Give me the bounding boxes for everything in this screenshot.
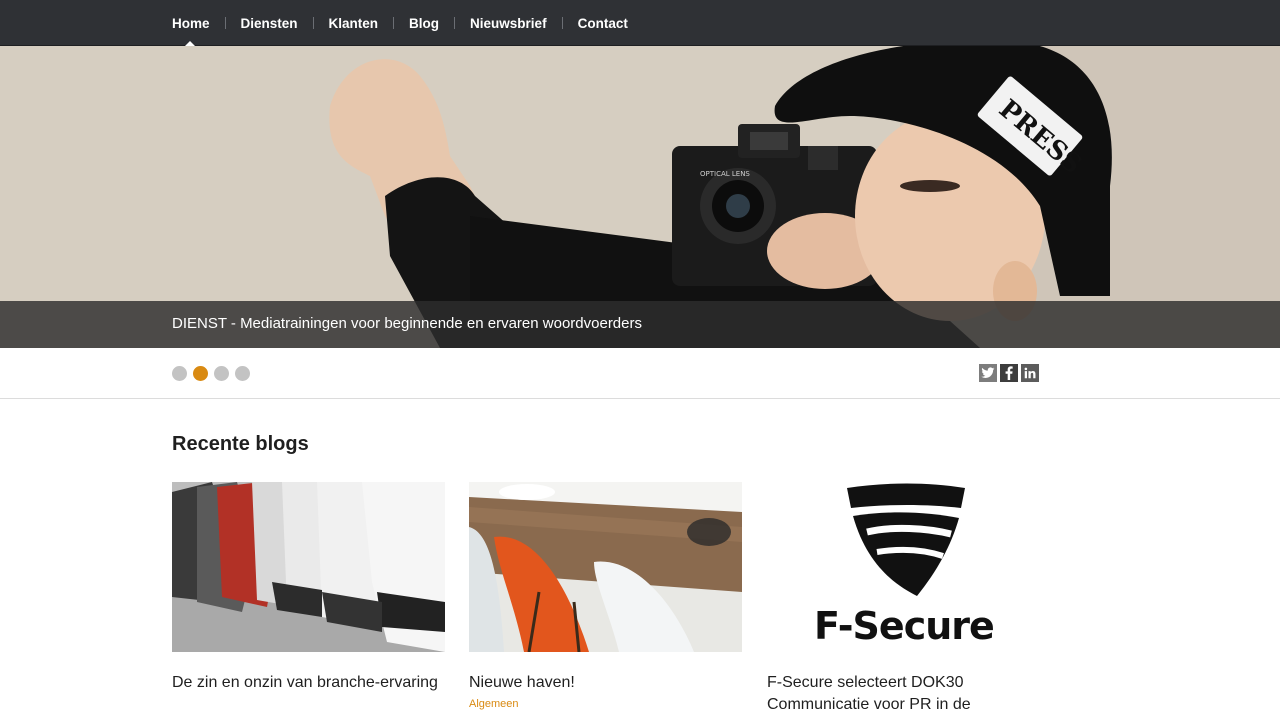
- slide-caption[interactable]: DIENST - Mediatrainingen voor beginnende…: [172, 315, 642, 332]
- blog-card: Nieuwe haven! Algemeen: [469, 482, 742, 710]
- nav-item-blog[interactable]: Blog: [394, 0, 454, 46]
- slider-dot-3[interactable]: [214, 366, 229, 381]
- blog-thumbnail-fsecure[interactable]: F-Secure: [767, 482, 1040, 652]
- slider-dot-1[interactable]: [172, 366, 187, 381]
- blog-card: De zin en onzin van branche-ervaring: [172, 482, 445, 694]
- nav-item-label: Diensten: [240, 16, 298, 31]
- blog-thumbnail-table[interactable]: [469, 482, 742, 652]
- nav-item-label: Nieuwsbrief: [470, 16, 547, 31]
- blog-thumbnail-sneakers[interactable]: [172, 482, 445, 652]
- sneakers-image: [172, 482, 445, 652]
- blog-title[interactable]: F-Secure selecteert DOK30 Communicatie v…: [767, 672, 1040, 716]
- twitter-icon[interactable]: [979, 364, 997, 382]
- blog-title[interactable]: Nieuwe haven!: [469, 672, 742, 694]
- nav-item-label: Home: [172, 16, 210, 31]
- nav-item-contact[interactable]: Contact: [563, 0, 643, 46]
- hero-slider[interactable]: OPTICAL LENS PRESS DIENST - Mediatrainin…: [0, 46, 1280, 348]
- table-chairs-image: [469, 482, 742, 652]
- slider-dot-4[interactable]: [235, 366, 250, 381]
- nav-item-nieuwsbrief[interactable]: Nieuwsbrief: [455, 0, 562, 46]
- f-secure-logo-text: F-Secure: [814, 604, 995, 648]
- blog-category-link[interactable]: Algemeen: [469, 698, 742, 710]
- nav-item-label: Contact: [577, 16, 628, 31]
- nav-item-klanten[interactable]: Klanten: [314, 0, 394, 46]
- svg-text:OPTICAL LENS: OPTICAL LENS: [700, 170, 750, 178]
- nav-item-label: Klanten: [328, 16, 379, 31]
- blog-title[interactable]: De zin en onzin van branche-ervaring: [172, 672, 445, 694]
- slider-controls: [0, 348, 1280, 399]
- section-title-recent-blogs: Recente blogs: [172, 433, 309, 455]
- nav-item-home[interactable]: Home: [172, 0, 225, 46]
- nav-item-label: Blog: [409, 16, 440, 31]
- facebook-icon[interactable]: [1000, 364, 1018, 382]
- social-links: [979, 364, 1039, 382]
- slider-dots: [172, 366, 250, 381]
- slider-dot-2[interactable]: [193, 366, 208, 381]
- nav-item-diensten[interactable]: Diensten: [226, 0, 313, 46]
- top-navigation: Home Diensten Klanten Blog Nieuwsbrief C…: [0, 0, 1280, 46]
- slide-caption-bar: DIENST - Mediatrainingen voor beginnende…: [0, 301, 1280, 348]
- linkedin-icon[interactable]: [1021, 364, 1039, 382]
- nav-menu: Home Diensten Klanten Blog Nieuwsbrief C…: [172, 0, 643, 46]
- blog-card: F-Secure F-Secure selecteert DOK30 Commu…: [767, 482, 1040, 716]
